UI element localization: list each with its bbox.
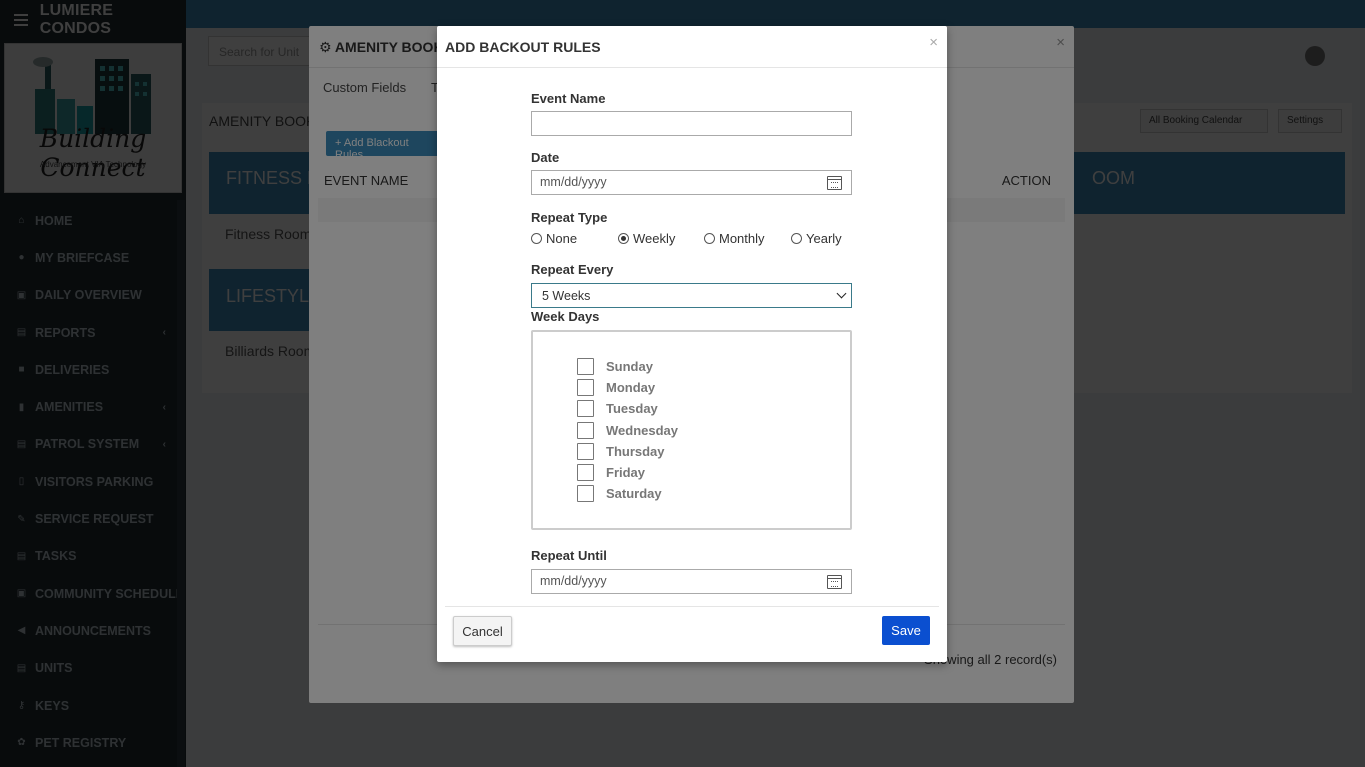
radio-label: Yearly [806,231,842,246]
checkbox[interactable] [577,442,594,460]
weekday-saturday[interactable]: Saturday [577,484,662,502]
date-placeholder: mm/dd/yyyy [540,574,607,588]
repeat-type-monthly-radio[interactable]: Monthly [704,231,765,246]
repeat-until-label: Repeat Until [531,548,607,563]
checkbox[interactable] [577,463,594,481]
checkbox[interactable] [577,357,594,375]
modal-title: ADD BACKOUT RULES [445,39,601,55]
radio-circle[interactable] [704,233,715,244]
close-icon[interactable]: × [929,34,938,51]
repeat-type-none-radio[interactable]: None [531,231,577,246]
repeat-type-label: Repeat Type [531,210,608,225]
calendar-icon[interactable] [827,575,842,589]
save-button[interactable]: Save [882,616,930,645]
chevron-down-icon [836,288,847,299]
radio-circle-checked[interactable] [618,233,629,244]
week-days-box: Sunday Monday Tuesday Wednesday Thursday… [531,330,852,530]
weekday-sunday[interactable]: Sunday [577,357,653,375]
date-label: Date [531,150,560,165]
selected-value: 5 Weeks [542,289,591,303]
radio-label: Weekly [633,231,676,246]
repeat-type-yearly-radio[interactable]: Yearly [791,231,842,246]
weekday-friday[interactable]: Friday [577,463,645,481]
add-backout-rules-modal: ADD BACKOUT RULES × Event Name Date mm/d… [437,26,947,662]
weekday-tuesday[interactable]: Tuesday [577,399,658,417]
repeat-every-label: Repeat Every [531,262,614,277]
checkbox[interactable] [577,378,594,396]
weekday-thursday[interactable]: Thursday [577,442,665,460]
date-input[interactable]: mm/dd/yyyy [531,170,852,195]
radio-label: None [546,231,578,246]
event-name-input[interactable] [531,111,852,136]
calendar-icon[interactable] [827,176,842,190]
radio-label: Monthly [719,231,765,246]
checkbox[interactable] [577,399,594,417]
repeat-type-weekly-radio[interactable]: Weekly [618,231,675,246]
cancel-button[interactable]: Cancel [453,616,512,646]
week-days-label: Week Days [531,309,600,324]
repeat-every-select[interactable]: 5 Weeks [531,283,852,308]
modal-header: ADD BACKOUT RULES × [437,26,947,68]
radio-circle[interactable] [531,233,542,244]
repeat-until-input[interactable]: mm/dd/yyyy [531,569,852,594]
date-placeholder: mm/dd/yyyy [540,175,607,189]
weekday-monday[interactable]: Monday [577,378,655,396]
checkbox[interactable] [577,421,594,439]
footer-divider [445,606,939,607]
weekday-wednesday[interactable]: Wednesday [577,421,678,439]
checkbox[interactable] [577,484,594,502]
radio-circle[interactable] [791,233,802,244]
event-name-label: Event Name [531,91,606,106]
repeat-type-radio-group: None Weekly Monthly Yearly [531,231,861,249]
